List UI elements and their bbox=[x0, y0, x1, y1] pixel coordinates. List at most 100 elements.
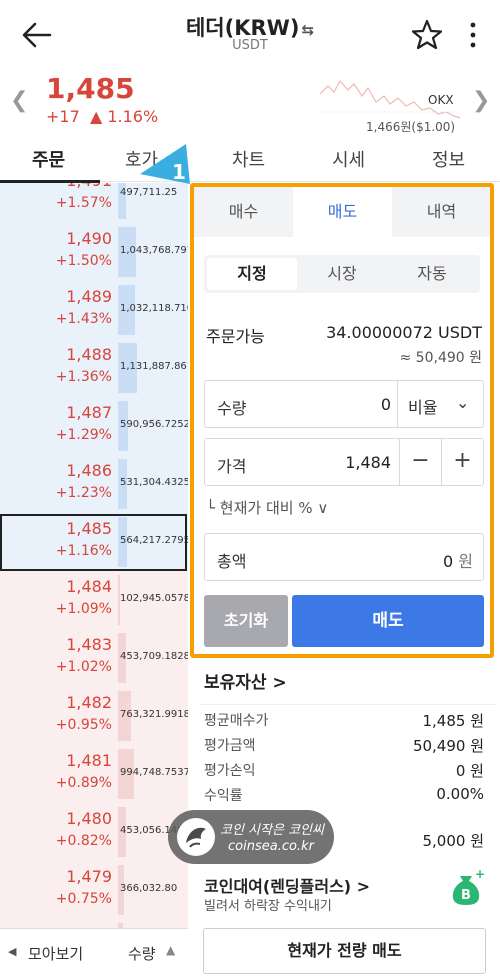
holdings-value-avg-price: 1,485 원 bbox=[422, 712, 484, 730]
sort-icon[interactable]: ▲ bbox=[166, 943, 175, 957]
orderbook-pct: +1.36% bbox=[55, 369, 112, 385]
available-label: 주문가능 bbox=[206, 327, 265, 346]
swap-icon[interactable]: ⇆ bbox=[301, 21, 314, 39]
quantity-label: 수량 bbox=[217, 399, 247, 418]
orderbook-price: 1,486 bbox=[66, 461, 112, 480]
orderbook-pct: +1.23% bbox=[55, 485, 112, 501]
orderbook-row[interactable]: 1,481 +0.89% 994,748.7537 bbox=[0, 745, 188, 803]
tab-info[interactable]: 정보 bbox=[432, 146, 465, 172]
orderbook-row[interactable]: 1,478+0.68%292,055.4044 bbox=[0, 919, 188, 928]
orderbook-footer: ◀ 모아보기 수량 ▲ bbox=[0, 928, 188, 979]
orderbook-pct: +1.29% bbox=[55, 427, 112, 443]
available-value: 34.00000072 USDT bbox=[326, 323, 482, 342]
orderbook-price: 1,480 bbox=[66, 809, 112, 828]
orderbook-price: 1,487 bbox=[66, 403, 112, 422]
order-type-tabs: 지정 시장 자동 bbox=[204, 255, 480, 293]
more-options-icon[interactable] bbox=[466, 18, 480, 52]
tutorial-pointer-icon bbox=[140, 144, 190, 184]
orderbook-price: 1,483 bbox=[66, 635, 112, 654]
total-value[interactable]: 0 원 bbox=[443, 548, 473, 572]
price-change: +17 ▲ 1.16% bbox=[46, 107, 158, 126]
quantity-input[interactable]: 0 bbox=[381, 395, 391, 414]
orderbook-price: 1,490 bbox=[66, 229, 112, 248]
price-minus-button[interactable]: − bbox=[399, 439, 441, 485]
orderbook-row[interactable]: 1,488 +1.36% 1,131,887.8611 bbox=[0, 339, 188, 397]
orderbook-price: 1,484 bbox=[66, 577, 112, 596]
total-label: 총액 bbox=[217, 552, 247, 571]
price-plus-button[interactable]: + bbox=[441, 439, 483, 485]
orderbook-row[interactable]: 1,482 +0.95% 763,321.9918 bbox=[0, 687, 188, 745]
holdings-label-pnl: 평가손익 bbox=[204, 763, 256, 779]
orderbook-qty: 531,304.4325 bbox=[120, 477, 188, 488]
holdings-title[interactable]: 보유자산 > bbox=[204, 668, 287, 693]
reset-button[interactable]: 초기화 bbox=[204, 595, 288, 647]
collect-view-button[interactable]: 모아보기 bbox=[28, 943, 83, 964]
total-field[interactable]: 총액 0 원 bbox=[204, 533, 484, 581]
order-panel: 매수 매도 내역 지정 시장 자동 주문가능 34.00000072 USDT … bbox=[190, 183, 494, 658]
holdings-label-valuation: 평가금액 bbox=[204, 738, 256, 754]
orderbook-row[interactable]: 1,483 +1.02% 453,709.1828 bbox=[0, 629, 188, 687]
orderbook-pct: +1.09% bbox=[55, 601, 112, 617]
orderbook-pct: +0.75% bbox=[55, 891, 112, 907]
quantity-field[interactable]: 수량 0 비율 ⌄ bbox=[204, 380, 484, 428]
sell-button[interactable]: 매도 bbox=[292, 595, 484, 647]
tab-market[interactable]: 시장 bbox=[297, 258, 387, 290]
current-price: 1,485 bbox=[46, 72, 135, 105]
lending-subtitle: 빌려서 하락장 수익내기 bbox=[204, 899, 332, 914]
holdings-value-valuation: 50,490 원 bbox=[412, 737, 484, 755]
tab-order[interactable]: 주문 bbox=[32, 146, 65, 172]
orderbook-price: 1,491 bbox=[66, 183, 112, 190]
tab-quotes[interactable]: 시세 bbox=[332, 146, 365, 172]
orderbook-qty: 366,032.80 bbox=[120, 883, 178, 894]
qty-sort-button[interactable]: 수량 bbox=[128, 943, 156, 964]
price-input[interactable]: 1,484 bbox=[345, 453, 391, 472]
price-reference-toggle[interactable]: └ 현재가 대비 % ∨ bbox=[206, 497, 328, 518]
collapse-left-icon[interactable]: ◀ bbox=[8, 945, 16, 958]
price-change-pct: ▲ 1.16% bbox=[89, 107, 159, 126]
top-bar: 테더(KRW) ⇆ USDT bbox=[0, 0, 500, 70]
holdings-label-return: 수익률 bbox=[204, 788, 243, 804]
orderbook-row[interactable]: 1,487 +1.29% 590,956.7252 bbox=[0, 397, 188, 455]
orderbook-pct: +1.02% bbox=[55, 659, 112, 675]
orderbook-price: 1,482 bbox=[66, 693, 112, 712]
current-price-row-outline bbox=[0, 514, 187, 571]
order-side-tabs: 매수 매도 내역 bbox=[194, 187, 490, 237]
tab-sell[interactable]: 매도 bbox=[293, 187, 392, 237]
orderbook: 1,491 +1.57% 497,711.25 1,490 +1.50% 1,043,76… bbox=[0, 183, 188, 928]
orderbook-row[interactable]: 1,484 +1.09% 102,945.0578 bbox=[0, 571, 188, 629]
orderbook-row[interactable]: 1,480 +0.82% 453,056.1485 bbox=[0, 803, 188, 861]
tab-history[interactable]: 내역 bbox=[392, 187, 491, 237]
tab-limit[interactable]: 지정 bbox=[207, 258, 297, 290]
orderbook-pct: +0.95% bbox=[55, 717, 112, 733]
holdings-value-pnl: 0 원 bbox=[455, 762, 484, 780]
main-tabs: 주문 호가 차트 시세 정보 bbox=[0, 138, 500, 182]
orderbook-row[interactable]: 1,479 +0.75% 366,032.80 bbox=[0, 861, 188, 919]
holdings-extra-value: 5,000 원 bbox=[422, 832, 484, 850]
favorite-star-icon[interactable] bbox=[410, 18, 444, 52]
orderbook-qty: 763,321.9918 bbox=[120, 709, 188, 720]
orderbook-price: 1,488 bbox=[66, 345, 112, 364]
tab-buy[interactable]: 매수 bbox=[194, 187, 293, 237]
next-coin-chevron-icon[interactable]: ❯ bbox=[472, 88, 490, 113]
sell-all-at-market-button[interactable]: 현재가 전량 매도 bbox=[203, 928, 486, 974]
watermark-line-2: coinsea.co.kr bbox=[228, 839, 314, 854]
orderbook-qty: 453,709.1828 bbox=[120, 651, 188, 662]
exchange-label: OKX bbox=[428, 93, 454, 107]
orderbook-row[interactable]: 1,489 +1.43% 1,032,118.7105 bbox=[0, 281, 188, 339]
money-bag-icon[interactable]: B + bbox=[446, 868, 486, 908]
ratio-dropdown[interactable]: 비율 ⌄ bbox=[397, 381, 483, 427]
tab-auto[interactable]: 자동 bbox=[387, 258, 477, 290]
lending-title[interactable]: 코인대여(렌딩플러스) > bbox=[204, 873, 370, 897]
orderbook-row[interactable]: 1,490 +1.50% 1,043,768.7975 bbox=[0, 223, 188, 281]
tab-chart[interactable]: 차트 bbox=[232, 146, 265, 172]
available-krw: ≈ 50,490 원 bbox=[399, 350, 483, 366]
watermark: 코인 시작은 코인씨 coinsea.co.kr bbox=[168, 810, 334, 864]
dolphin-logo-icon bbox=[177, 818, 215, 856]
orderbook-qty: 1,043,768.7975 bbox=[120, 245, 188, 256]
prev-coin-chevron-icon[interactable]: ❮ bbox=[10, 88, 28, 113]
ratio-label: 비율 bbox=[408, 398, 438, 417]
reference-price: 1,466원($1.00) bbox=[366, 120, 456, 134]
orderbook-row[interactable]: 1,486 +1.23% 531,304.4325 bbox=[0, 455, 188, 513]
orderbook-row[interactable]: 1,491 +1.57% 497,711.25 bbox=[0, 183, 188, 223]
price-field[interactable]: 가격 1,484 − + bbox=[204, 438, 484, 486]
